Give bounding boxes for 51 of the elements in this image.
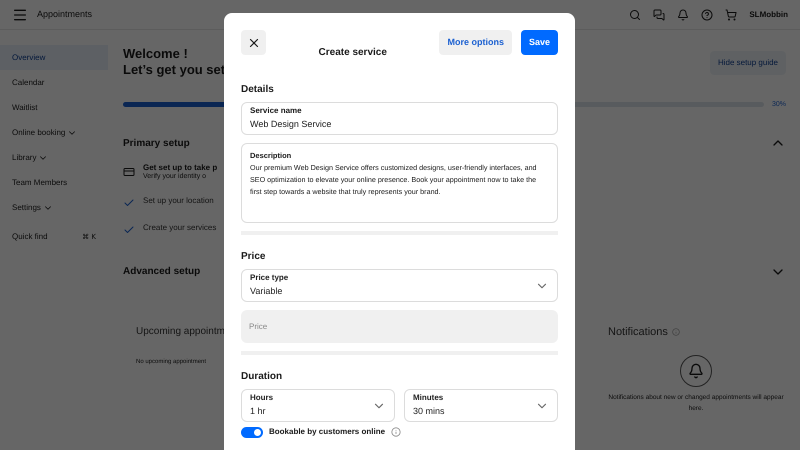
task-title: Get set up to take p xyxy=(143,163,218,172)
save-button[interactable]: Save xyxy=(520,30,558,55)
close-button[interactable] xyxy=(241,30,266,55)
section-heading: Primary setup xyxy=(123,136,190,150)
sidebar-item[interactable]: Settings xyxy=(0,195,108,220)
chat-bubbles-icon[interactable] xyxy=(653,8,666,20)
cart-icon[interactable] xyxy=(725,8,738,20)
search-icon[interactable] xyxy=(629,8,642,20)
section-heading: Advanced setup xyxy=(123,265,200,280)
select-field[interactable]: Price type Variable xyxy=(241,269,558,302)
app-title: Appointments xyxy=(37,8,92,21)
text-area[interactable] xyxy=(241,143,558,223)
field-label: Hours xyxy=(250,393,274,404)
toggle-switch[interactable] xyxy=(241,426,263,438)
select-field[interactable]: Hours 1 hr xyxy=(241,389,395,422)
field-value: 30 mins xyxy=(413,406,445,418)
quick-find-link[interactable]: Quick find xyxy=(12,231,48,243)
sidebar-item[interactable]: Team Members xyxy=(0,170,108,195)
field-label: Service name xyxy=(250,106,303,116)
section-heading: Price xyxy=(241,250,266,264)
card-title: Upcoming appointm xyxy=(136,324,223,339)
field-label: Minutes xyxy=(413,393,444,404)
sidebar-item[interactable]: Waitlist xyxy=(0,95,108,120)
menu-icon[interactable] xyxy=(12,6,28,22)
field-label: Price type xyxy=(250,273,288,284)
task-title: Create your services xyxy=(143,222,216,233)
welcome-subheading: Let’s get you set xyxy=(123,62,226,78)
welcome-heading: Welcome ! xyxy=(123,46,189,62)
info-icon xyxy=(672,328,680,336)
sidebar-item[interactable]: Overview xyxy=(0,45,108,70)
task-title: Set up your location xyxy=(143,196,214,206)
help-icon[interactable] xyxy=(701,8,714,20)
card-title: Notifications xyxy=(608,324,668,340)
sidebar-item[interactable]: Calendar xyxy=(0,70,108,95)
bell-icon xyxy=(680,355,712,388)
hide-guide-button[interactable]: Hide setup guide xyxy=(710,51,786,75)
user-name[interactable]: SLMobbin xyxy=(749,8,788,20)
field-value: 1 hr xyxy=(250,406,267,418)
bell-icon[interactable] xyxy=(677,8,690,20)
sidebar-item[interactable]: Online booking xyxy=(0,120,108,145)
info-icon xyxy=(391,427,402,437)
modal-title: Create service xyxy=(318,46,387,60)
select-field[interactable]: Minutes 30 mins xyxy=(404,389,558,422)
toggle-label: Bookable by customers online xyxy=(269,426,386,438)
input-field[interactable]: Service name Web Design Service xyxy=(241,102,558,135)
sidebar-item[interactable]: Library xyxy=(0,145,108,170)
field-value: Web Design Service xyxy=(250,119,332,131)
section-heading: Details xyxy=(241,83,275,97)
section-heading: Duration xyxy=(241,370,284,384)
more-options-button[interactable]: More options xyxy=(439,30,512,55)
field-value: Variable xyxy=(250,286,284,298)
